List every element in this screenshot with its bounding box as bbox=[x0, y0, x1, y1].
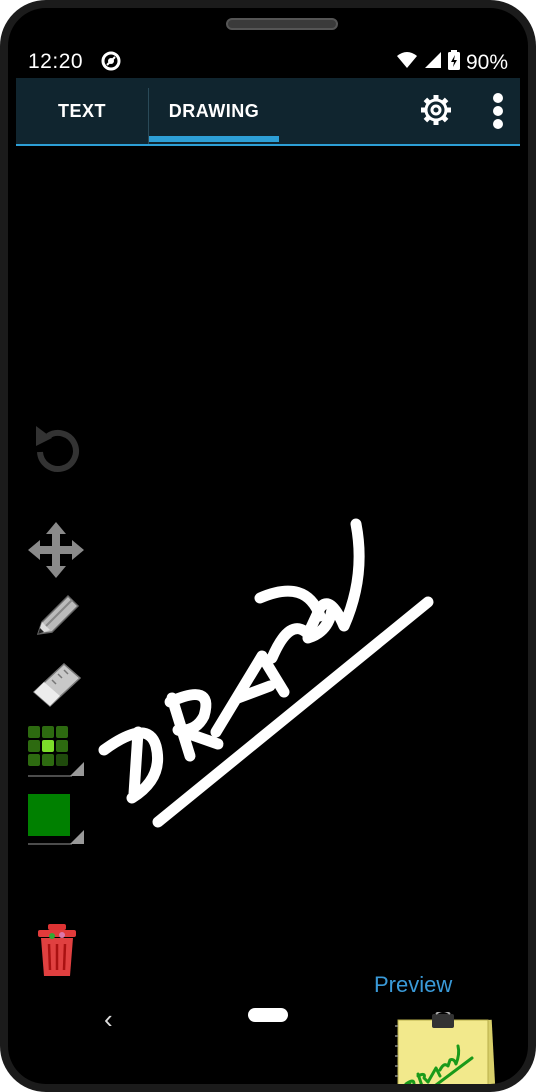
tab-text-label: TEXT bbox=[57, 100, 106, 121]
trash-icon[interactable] bbox=[36, 922, 78, 983]
more-options-icon[interactable] bbox=[486, 92, 510, 130]
navigation-bar: ‹ bbox=[8, 998, 528, 1058]
tab-selected-indicator bbox=[149, 136, 279, 142]
settings-icon[interactable] bbox=[418, 92, 454, 128]
tab-drawing[interactable]: DRAWING bbox=[149, 78, 279, 144]
color-swatch-icon[interactable] bbox=[28, 794, 86, 851]
wifi-icon bbox=[396, 51, 418, 75]
eraser-icon[interactable] bbox=[30, 658, 84, 713]
battery-percent: 90% bbox=[465, 51, 508, 74]
screen: 12:20 90% TEXT DRAWING Preview ‹ bbox=[8, 8, 528, 1084]
back-icon[interactable]: ‹ bbox=[104, 1004, 113, 1035]
move-icon[interactable] bbox=[26, 520, 86, 585]
undo-icon[interactable] bbox=[28, 418, 84, 483]
home-button[interactable] bbox=[248, 1008, 288, 1022]
brush-size-icon[interactable] bbox=[28, 726, 86, 783]
preview-label: Preview bbox=[374, 972, 453, 997]
battery-icon bbox=[447, 50, 460, 76]
tab-drawing-label: DRAWING bbox=[168, 100, 260, 121]
pencil-icon[interactable] bbox=[32, 590, 84, 645]
status-bar: 12:20 90% bbox=[8, 46, 528, 76]
do-not-disturb-icon bbox=[100, 50, 122, 78]
status-time: 12:20 bbox=[28, 50, 84, 73]
app-bar: TEXT DRAWING bbox=[16, 78, 520, 146]
status-right: 90% bbox=[396, 50, 508, 76]
speaker-grille bbox=[226, 18, 338, 30]
drawing-strokes bbox=[98, 518, 434, 828]
drawing-canvas[interactable]: Preview bbox=[8, 146, 528, 1084]
signal-icon bbox=[424, 51, 442, 75]
tab-text[interactable]: TEXT bbox=[16, 78, 148, 144]
phone-frame: 12:20 90% TEXT DRAWING Preview ‹ bbox=[0, 0, 536, 1092]
